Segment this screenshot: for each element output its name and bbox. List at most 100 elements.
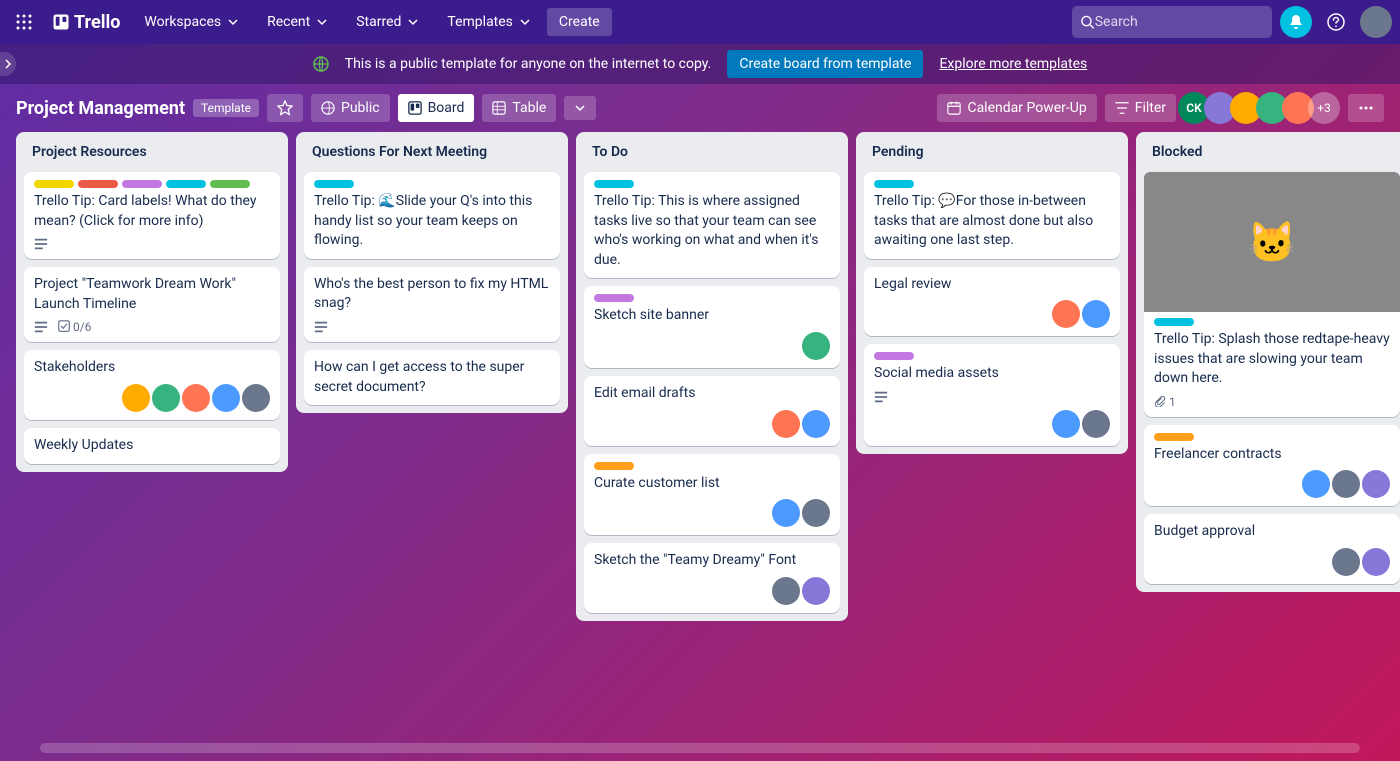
trello-logo[interactable]: Trello bbox=[44, 12, 128, 33]
card-badges bbox=[34, 237, 270, 251]
search-box[interactable] bbox=[1072, 6, 1272, 38]
view-switcher-button[interactable] bbox=[564, 96, 596, 120]
list-title[interactable]: Pending bbox=[864, 140, 1120, 164]
label-sky[interactable] bbox=[874, 180, 914, 188]
card[interactable]: Trello Tip: This is where assigned tasks… bbox=[584, 172, 840, 278]
chevron-down-icon bbox=[519, 16, 531, 28]
list-title[interactable]: Project Resources bbox=[24, 140, 280, 164]
list: To Do Trello Tip: This is where assigned … bbox=[576, 132, 848, 621]
label-red[interactable] bbox=[78, 180, 118, 188]
label-yellow[interactable] bbox=[34, 180, 74, 188]
member-avatar[interactable] bbox=[152, 384, 180, 412]
board-view-button[interactable]: Board bbox=[398, 94, 475, 122]
card[interactable]: Trello Tip: 💬For those in-between tasks … bbox=[864, 172, 1120, 259]
starred-menu[interactable]: Starred bbox=[344, 8, 431, 36]
help-button[interactable] bbox=[1320, 6, 1352, 38]
member-avatar[interactable] bbox=[1082, 410, 1110, 438]
board-title[interactable]: Project Management bbox=[16, 98, 185, 119]
templates-menu[interactable]: Templates bbox=[435, 8, 543, 36]
card[interactable]: Freelancer contracts bbox=[1144, 425, 1400, 507]
label-purple[interactable] bbox=[122, 180, 162, 188]
recent-menu[interactable]: Recent bbox=[255, 8, 340, 36]
list: Blocked 🐱Trello Tip: Splash those redtape… bbox=[1136, 132, 1400, 592]
label-green[interactable] bbox=[210, 180, 250, 188]
card[interactable]: Trello Tip: Card labels! What do they me… bbox=[24, 172, 280, 259]
member-avatar[interactable] bbox=[1052, 300, 1080, 328]
create-from-template-button[interactable]: Create board from template bbox=[727, 50, 923, 78]
card[interactable]: Project "Teamwork Dream Work" Launch Tim… bbox=[24, 267, 280, 342]
apps-launcher-icon[interactable] bbox=[8, 6, 40, 38]
member-avatar[interactable] bbox=[182, 384, 210, 412]
member-avatar[interactable] bbox=[1332, 470, 1360, 498]
template-badge: Template bbox=[193, 99, 259, 117]
card[interactable]: Weekly Updates bbox=[24, 428, 280, 464]
card[interactable]: Social media assets bbox=[864, 344, 1120, 446]
filter-button[interactable]: Filter bbox=[1105, 94, 1176, 122]
card[interactable]: Who's the best person to fix my HTML sna… bbox=[304, 267, 560, 342]
member-avatar[interactable] bbox=[802, 499, 830, 527]
member-avatar[interactable] bbox=[122, 384, 150, 412]
label-sky[interactable] bbox=[314, 180, 354, 188]
label-purple[interactable] bbox=[594, 294, 634, 302]
card[interactable]: 🐱Trello Tip: Splash those redtape-heavy … bbox=[1144, 172, 1400, 417]
member-avatar[interactable] bbox=[1052, 410, 1080, 438]
user-avatar[interactable] bbox=[1360, 6, 1392, 38]
card-members bbox=[594, 410, 830, 438]
card[interactable]: Trello Tip: 🌊Slide your Q's into this ha… bbox=[304, 172, 560, 259]
board-members[interactable]: CK +3 bbox=[1184, 92, 1340, 124]
card-title: How can I get access to the super secret… bbox=[314, 358, 550, 397]
more-members-button[interactable]: +3 bbox=[1308, 92, 1340, 124]
create-button[interactable]: Create bbox=[547, 8, 612, 36]
member-avatar[interactable] bbox=[802, 332, 830, 360]
list-title[interactable]: Questions For Next Meeting bbox=[304, 140, 560, 164]
card[interactable]: Budget approval bbox=[1144, 514, 1400, 584]
member-avatar[interactable] bbox=[1332, 548, 1360, 576]
member-avatar[interactable] bbox=[772, 499, 800, 527]
member-avatar[interactable] bbox=[242, 384, 270, 412]
card[interactable]: Edit email drafts bbox=[584, 376, 840, 446]
board-menu-button[interactable] bbox=[1348, 94, 1384, 122]
card[interactable]: How can I get access to the super secret… bbox=[304, 350, 560, 405]
card[interactable]: Sketch site banner bbox=[584, 286, 840, 368]
search-input[interactable] bbox=[1095, 14, 1264, 30]
help-icon bbox=[1327, 13, 1345, 31]
label-sky[interactable] bbox=[166, 180, 206, 188]
member-avatar[interactable] bbox=[802, 410, 830, 438]
card-labels bbox=[874, 352, 1110, 360]
card-labels bbox=[1154, 318, 1390, 326]
member-avatar[interactable] bbox=[1362, 548, 1390, 576]
notifications-button[interactable] bbox=[1280, 6, 1312, 38]
member-avatar[interactable] bbox=[212, 384, 240, 412]
member-avatar[interactable] bbox=[772, 410, 800, 438]
label-sky[interactable] bbox=[594, 180, 634, 188]
horizontal-scrollbar[interactable] bbox=[40, 743, 1360, 753]
label-sky[interactable] bbox=[1154, 318, 1194, 326]
card-members bbox=[594, 499, 830, 527]
drawer-toggle[interactable] bbox=[0, 52, 16, 76]
member-avatar[interactable] bbox=[772, 577, 800, 605]
star-button[interactable] bbox=[267, 94, 303, 122]
member-avatar[interactable] bbox=[802, 577, 830, 605]
member-avatar[interactable] bbox=[1362, 470, 1390, 498]
explore-templates-link[interactable]: Explore more templates bbox=[939, 56, 1087, 72]
label-orange[interactable] bbox=[594, 462, 634, 470]
list-title[interactable]: Blocked bbox=[1144, 140, 1400, 164]
calendar-powerup-button[interactable]: Calendar Power-Up bbox=[937, 94, 1096, 122]
member-avatar[interactable] bbox=[1082, 300, 1110, 328]
label-purple[interactable] bbox=[874, 352, 914, 360]
visibility-button[interactable]: Public bbox=[311, 94, 390, 122]
list-title[interactable]: To Do bbox=[584, 140, 840, 164]
card-labels bbox=[1154, 433, 1390, 441]
description-icon bbox=[34, 320, 48, 334]
label-orange[interactable] bbox=[1154, 433, 1194, 441]
member-avatar[interactable] bbox=[1302, 470, 1330, 498]
card[interactable]: Sketch the "Teamy Dreamy" Font bbox=[584, 543, 840, 613]
more-icon bbox=[1358, 100, 1374, 116]
card[interactable]: Stakeholders bbox=[24, 350, 280, 420]
board-canvas[interactable]: Project Resources Trello Tip: Card labels… bbox=[0, 132, 1400, 761]
table-view-button[interactable]: Table bbox=[482, 94, 556, 122]
card[interactable]: Legal review bbox=[864, 267, 1120, 337]
card-title: Trello Tip: This is where assigned tasks… bbox=[594, 192, 830, 270]
workspaces-menu[interactable]: Workspaces bbox=[132, 8, 251, 36]
card[interactable]: Curate customer list bbox=[584, 454, 840, 536]
